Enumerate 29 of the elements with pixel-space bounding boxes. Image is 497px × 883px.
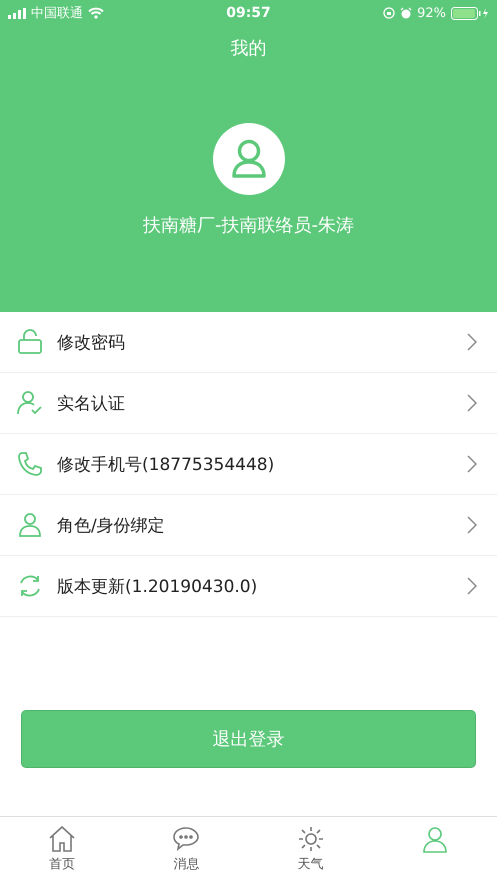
menu-item[interactable]: 修改密码	[0, 312, 497, 373]
clock-time: 09:57	[226, 5, 271, 21]
menu-item[interactable]: 版本更新(1.20190430.0)	[0, 556, 497, 617]
chevron-right-icon	[467, 577, 477, 595]
home-icon	[47, 825, 78, 853]
signal-icon	[8, 8, 26, 18]
phone-icon	[17, 451, 43, 477]
tab-item[interactable]: 消息	[124, 817, 248, 883]
carrier-name: 中国联通	[31, 5, 83, 22]
chevron-right-icon	[467, 516, 477, 534]
menu-item[interactable]: 修改手机号(18775354448)	[0, 434, 497, 495]
user-name: 扶南糖厂-扶南联络员-朱涛	[143, 214, 354, 237]
menu-item[interactable]: 实名认证	[0, 373, 497, 434]
menu-item[interactable]: 角色/身份绑定	[0, 495, 497, 556]
chevron-right-icon	[467, 394, 477, 412]
lock-icon	[17, 329, 43, 355]
chat-bubble-icon	[171, 825, 202, 853]
wifi-icon	[88, 7, 104, 19]
chevron-right-icon	[467, 455, 477, 473]
chevron-right-icon	[467, 333, 477, 351]
tab-item[interactable]: 天气	[248, 817, 373, 883]
user-icon	[17, 512, 43, 538]
user-check-icon	[17, 390, 43, 416]
tab-item[interactable]: 首页	[0, 817, 124, 883]
battery-icon	[451, 6, 489, 20]
page-title: 我的	[230, 37, 266, 60]
battery-percent: 92%	[417, 6, 446, 20]
rotation-lock-icon	[383, 7, 396, 19]
alarm-icon	[400, 7, 412, 19]
